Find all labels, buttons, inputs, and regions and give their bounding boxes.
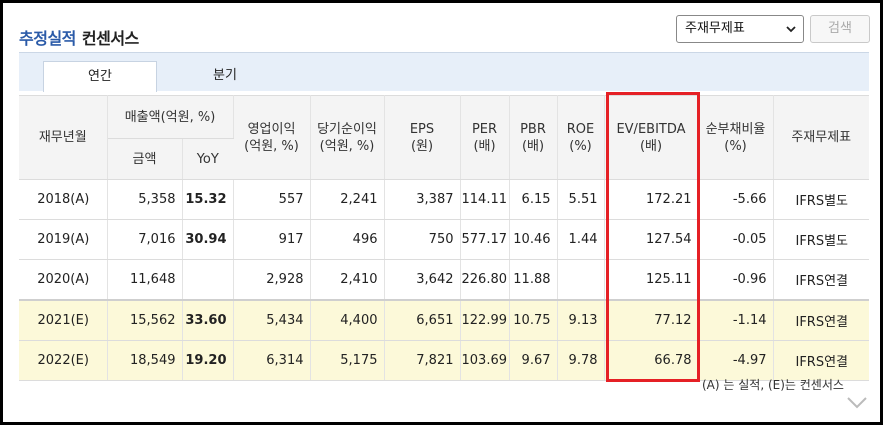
header-fiscal-year: 재무년월 — [19, 95, 108, 180]
table-row: 2020(A) 11,648 2,928 2,410 3,642 226.80 … — [19, 259, 869, 301]
statement-select-value: 주재무제표 — [685, 21, 745, 36]
cell-sales: 11,648 — [107, 259, 183, 301]
cell-year: 2018(A) — [19, 179, 108, 220]
cell-eps: 3,387 — [384, 179, 461, 220]
cell-debt-ratio: -0.96 — [698, 259, 774, 301]
cell-statement: IFRS별도 — [773, 219, 869, 260]
cell-yoy: 30.94 — [182, 219, 234, 260]
cell-statement: IFRS연결 — [773, 340, 869, 381]
chevron-down-icon[interactable] — [846, 396, 868, 410]
header-eps: EPS (원) — [384, 95, 461, 180]
cell-op-income: 2,928 — [233, 259, 311, 301]
header-debt-ratio: 순부채비율 (%) — [698, 95, 774, 180]
header-net-income: 당기순이익 (억원, %) — [310, 95, 385, 180]
section-title-sub: 컨센서스 — [81, 29, 139, 48]
cell-year: 2021(E) — [19, 299, 108, 341]
search-button[interactable]: 검색 — [810, 15, 870, 43]
cell-pbr: 10.75 — [509, 299, 558, 341]
cell-net-income: 2,410 — [310, 259, 385, 301]
cell-yoy — [182, 259, 234, 301]
cell-statement: IFRS별도 — [773, 179, 869, 220]
cell-op-income: 557 — [233, 179, 311, 220]
cell-roe: 9.78 — [557, 340, 605, 381]
cell-yoy: 19.20 — [182, 340, 234, 381]
cell-eps: 3,642 — [384, 259, 461, 301]
cell-net-income: 4,400 — [310, 299, 385, 341]
cell-eps: 6,651 — [384, 299, 461, 341]
table-row-estimate: 2021(E) 15,562 33.60 5,434 4,400 6,651 1… — [19, 299, 869, 341]
statement-select[interactable]: 주재무제표 — [676, 15, 804, 43]
cell-roe — [557, 259, 605, 301]
cell-per: 122.99 — [460, 299, 510, 341]
cell-sales: 5,358 — [107, 179, 183, 220]
table-row: 2019(A) 7,016 30.94 917 496 750 577.17 1… — [19, 219, 869, 260]
cell-net-income: 2,241 — [310, 179, 385, 220]
cell-per: 577.17 — [460, 219, 510, 260]
cell-roe: 5.51 — [557, 179, 605, 220]
ev-ebitda-highlight-box — [606, 92, 700, 382]
header-operating-income: 영업이익 (억원, %) — [233, 95, 311, 180]
estimates-table: 재무년월 매출액(억원, %) 영업이익 (억원, %) 당기순이익 (억원, … — [19, 95, 869, 381]
cell-statement: IFRS연결 — [773, 259, 869, 301]
cell-op-income: 6,314 — [233, 340, 311, 381]
cell-net-income: 5,175 — [310, 340, 385, 381]
cell-per: 114.11 — [460, 179, 510, 220]
cell-year: 2022(E) — [19, 340, 108, 381]
cell-per: 103.69 — [460, 340, 510, 381]
header-sales-group: 매출액(억원, %) — [107, 95, 234, 139]
cell-debt-ratio: -0.05 — [698, 219, 774, 260]
header-sales-amount: 금액 — [107, 138, 183, 180]
cell-pbr: 9.67 — [509, 340, 558, 381]
period-tabs: 연간 분기 — [19, 52, 869, 92]
tab-quarterly[interactable]: 분기 — [169, 61, 281, 91]
cell-yoy: 15.32 — [182, 179, 234, 220]
cell-per: 226.80 — [460, 259, 510, 301]
cell-debt-ratio: -1.14 — [698, 299, 774, 341]
cell-op-income: 5,434 — [233, 299, 311, 341]
cell-pbr: 6.15 — [509, 179, 558, 220]
header-per: PER (배) — [460, 95, 510, 180]
table-row-estimate: 2022(E) 18,549 19.20 6,314 5,175 7,821 1… — [19, 340, 869, 381]
cell-sales: 18,549 — [107, 340, 183, 381]
section-title: 추정실적 컨센서스 — [19, 25, 139, 49]
cell-op-income: 917 — [233, 219, 311, 260]
cell-sales: 7,016 — [107, 219, 183, 260]
cell-eps: 750 — [384, 219, 461, 260]
cell-roe: 1.44 — [557, 219, 605, 260]
section-title-main: 추정실적 — [19, 29, 76, 48]
cell-pbr: 10.46 — [509, 219, 558, 260]
consensus-panel: 추정실적 컨센서스 주재무제표 검색 연간 분기 재무년월 매출액(억원, %) … — [0, 0, 883, 425]
cell-statement: IFRS연결 — [773, 299, 869, 341]
header-sales-yoy: YoY — [182, 138, 233, 180]
footnote: (A) 는 실적, (E)는 컨센서스 — [702, 378, 844, 392]
cell-debt-ratio: -4.97 — [698, 340, 774, 381]
cell-net-income: 496 — [310, 219, 385, 260]
header-pbr: PBR (배) — [509, 95, 558, 180]
table-row: 2018(A) 5,358 15.32 557 2,241 3,387 114.… — [19, 179, 869, 220]
cell-sales: 15,562 — [107, 299, 183, 341]
cell-eps: 7,821 — [384, 340, 461, 381]
cell-yoy: 33.60 — [182, 299, 234, 341]
tab-annual[interactable]: 연간 — [43, 61, 157, 92]
header-roe: ROE (%) — [557, 95, 605, 180]
header-statement: 주재무제표 — [773, 95, 869, 180]
cell-pbr: 11.88 — [509, 259, 558, 301]
cell-roe: 9.13 — [557, 299, 605, 341]
cell-debt-ratio: -5.66 — [698, 179, 774, 220]
cell-year: 2020(A) — [19, 259, 108, 301]
cell-year: 2019(A) — [19, 219, 108, 260]
chevron-down-icon — [786, 26, 796, 33]
